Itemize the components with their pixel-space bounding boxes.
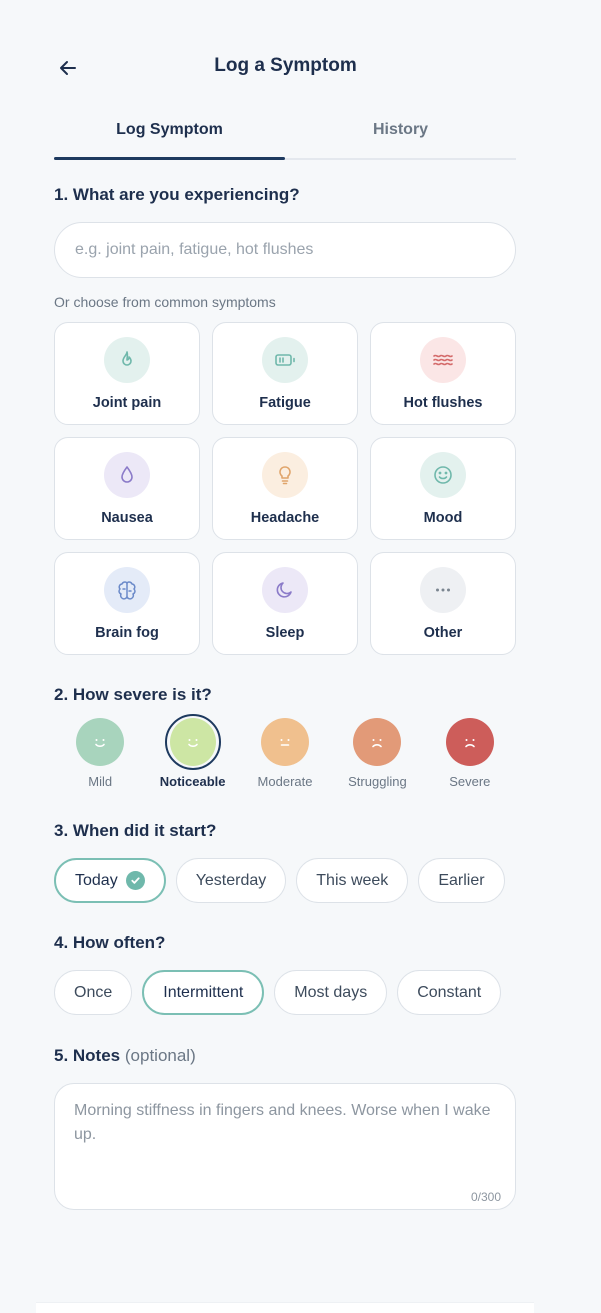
severity-option-moderate[interactable]: Moderate [239, 718, 331, 789]
section-title-start: 3. When did it start? [54, 821, 217, 840]
droplet-icon [104, 452, 150, 498]
symptom-label: Brain fog [95, 625, 159, 641]
section-title-notes: 5. Notes (optional) [54, 1046, 196, 1066]
severity-option-severe[interactable]: Severe [424, 718, 516, 789]
tab-bar: Log Symptom History [54, 108, 516, 160]
neutral-face-icon [261, 718, 310, 766]
symptom-label: Sleep [265, 625, 305, 641]
frequency-option-intermittent[interactable]: Intermittent [142, 970, 265, 1015]
severity-label: Severe [449, 774, 491, 789]
start-option-today[interactable]: Today [54, 858, 166, 903]
symptom-card-headache[interactable]: Headache [212, 437, 358, 540]
selection-ring [164, 714, 221, 770]
severity-option-noticeable[interactable]: Noticeable [146, 714, 238, 789]
symptom-label: Headache [250, 510, 320, 526]
symptom-card-nausea[interactable]: Nausea [54, 437, 200, 540]
notes-box: 0/300 [54, 1083, 516, 1210]
start-options: Today Yesterday This week Earlier [54, 858, 505, 903]
symptom-label: Other [423, 625, 463, 641]
section-title-experiencing: 1. What are you experiencing? [54, 185, 300, 204]
severity-option-struggling[interactable]: Struggling [331, 718, 423, 789]
moon-icon [262, 567, 308, 613]
common-symptoms-hint: Or choose from common symptoms [54, 294, 276, 310]
start-option-yesterday[interactable]: Yesterday [175, 858, 287, 903]
flame-icon [104, 337, 150, 383]
symptom-card-fatigue[interactable]: Fatigue [212, 322, 358, 425]
character-counter: 0/300 [470, 1190, 501, 1204]
frequency-option-constant[interactable]: Constant [397, 970, 502, 1015]
severity-label: Struggling [348, 774, 407, 789]
symptom-label: Mood [423, 510, 463, 526]
section-title-severity: 2. How severe is it? [54, 685, 212, 704]
notes-textarea[interactable] [55, 1084, 515, 1209]
start-option-earlier[interactable]: Earlier [418, 858, 505, 903]
optional-label: (optional) [124, 1046, 196, 1065]
frequency-option-most-days[interactable]: Most days [274, 970, 388, 1015]
check-icon [125, 871, 145, 890]
symptom-card-mood[interactable]: Mood [370, 437, 516, 540]
symptom-label: Hot flushes [403, 395, 483, 411]
symptom-card-hot-flushes[interactable]: Hot flushes [370, 322, 516, 425]
smile-icon [420, 452, 466, 498]
smile-face-icon [169, 718, 216, 766]
battery-icon [262, 337, 308, 383]
chip-label: Today [75, 871, 118, 889]
ellipsis-icon [420, 567, 466, 613]
header: Log a Symptom [0, 50, 571, 84]
symptom-card-other[interactable]: Other [370, 552, 516, 655]
start-option-this-week[interactable]: This week [296, 858, 409, 903]
severity-selector: Mild Noticeable Moderate Struggling Seve… [54, 714, 516, 789]
symptom-label: Joint pain [92, 395, 162, 411]
tab-log-symptom[interactable]: Log Symptom [54, 108, 285, 160]
page-title: Log a Symptom [214, 55, 357, 76]
bottom-bar [36, 1302, 534, 1313]
brain-icon [104, 567, 150, 613]
symptom-card-sleep[interactable]: Sleep [212, 552, 358, 655]
severity-label: Moderate [257, 774, 313, 789]
symptom-label: Nausea [101, 510, 153, 526]
frequency-options: Once Intermittent Most days Constant [54, 970, 502, 1015]
waves-icon [420, 337, 466, 383]
tab-history[interactable]: History [285, 108, 516, 158]
symptom-label: Fatigue [259, 395, 311, 411]
symptom-card-joint-pain[interactable]: Joint pain [54, 322, 200, 425]
smile-face-icon [76, 718, 125, 766]
severity-option-mild[interactable]: Mild [54, 718, 146, 789]
symptom-grid: Joint pain Fatigue Hot flushes Nausea He… [54, 322, 516, 655]
notes-title: 5. Notes [54, 1046, 121, 1065]
symptom-card-brain-fog[interactable]: Brain fog [54, 552, 200, 655]
severity-label: Mild [88, 774, 113, 789]
section-title-frequency: 4. How often? [54, 933, 166, 952]
lightbulb-icon [262, 452, 308, 498]
symptom-search-input[interactable] [54, 222, 516, 278]
frown-face-icon [445, 718, 494, 766]
severity-label: Noticeable [159, 774, 226, 789]
frown-face-icon [353, 718, 402, 766]
frequency-option-once[interactable]: Once [54, 970, 133, 1015]
